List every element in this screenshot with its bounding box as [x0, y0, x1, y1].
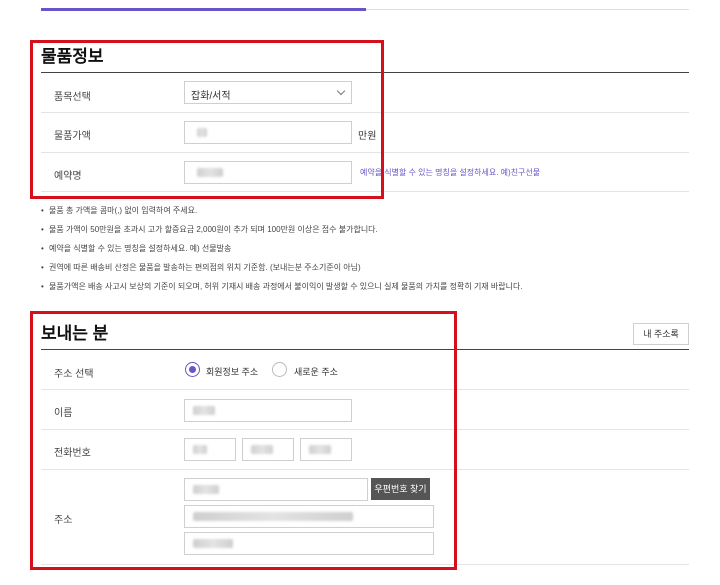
category-selected-value: 잡화/서적 [191, 91, 231, 102]
name-row: 이름 [41, 390, 689, 430]
member-address-label[interactable]: 회원정보 주소 [206, 365, 258, 378]
price-label: 물품가액 [54, 131, 91, 142]
address-book-button[interactable]: 내 주소록 [633, 323, 689, 345]
item-section-title: 물품정보 [41, 47, 104, 66]
phone-input-1[interactable] [184, 438, 236, 461]
active-tab-indicator [41, 8, 366, 11]
name-label: 이름 [54, 408, 73, 419]
notes-list: 물품 총 가액을 콤마(,) 없이 입력하여 주세요. 물품 가액이 50만원을… [41, 205, 689, 300]
price-input[interactable] [184, 121, 352, 144]
category-select[interactable]: 잡화/서적 [184, 81, 352, 104]
address-choice-row: 주소 선택 [41, 350, 689, 390]
sender-section-title: 보내는 분 [41, 324, 109, 343]
zipcode-input[interactable] [184, 478, 368, 501]
category-row: 품목선택 [41, 73, 689, 113]
new-address-radio[interactable] [272, 362, 287, 377]
note-item: 물품 총 가액을 콤마(,) 없이 입력하여 주세요. [41, 205, 689, 224]
phone-row: 전화번호 [41, 430, 689, 470]
name-input[interactable] [184, 399, 352, 422]
note-item: 예약을 식별할 수 있는 명칭을 설정하세요. 예) 선물발송 [41, 243, 689, 262]
address-input[interactable] [184, 505, 434, 528]
member-address-radio[interactable] [185, 362, 200, 377]
note-item: 물품가액은 배송 사고시 보상의 기준이 되오며, 허위 기재시 배송 과정에서… [41, 281, 689, 300]
phone-input-3[interactable] [300, 438, 352, 461]
category-label: 품목선택 [54, 92, 91, 103]
phone-label: 전화번호 [54, 448, 91, 459]
reservation-label: 예약명 [54, 171, 82, 182]
reservation-name-input[interactable] [184, 161, 352, 184]
note-item: 권역에 따른 배송비 산정은 물품을 발송하는 편의점의 위치 기준함. (보내… [41, 262, 689, 281]
note-item: 물품 가액이 50만원을 초과시 고가 할증요금 2,000원이 추가 되며 1… [41, 224, 689, 243]
address-choice-label: 주소 선택 [54, 369, 94, 380]
address-label: 주소 [54, 515, 73, 526]
phone-input-2[interactable] [242, 438, 294, 461]
address-detail-input[interactable] [184, 532, 434, 555]
zipcode-search-button[interactable]: 우편번호 찾기 [371, 478, 430, 500]
chevron-down-icon [336, 86, 346, 96]
reservation-hint: 예약을 식별할 수 있는 명칭을 설정하세요. 예)친구선물 [360, 168, 541, 177]
new-address-label[interactable]: 새로운 주소 [294, 365, 338, 378]
price-unit: 만원 [358, 131, 377, 142]
